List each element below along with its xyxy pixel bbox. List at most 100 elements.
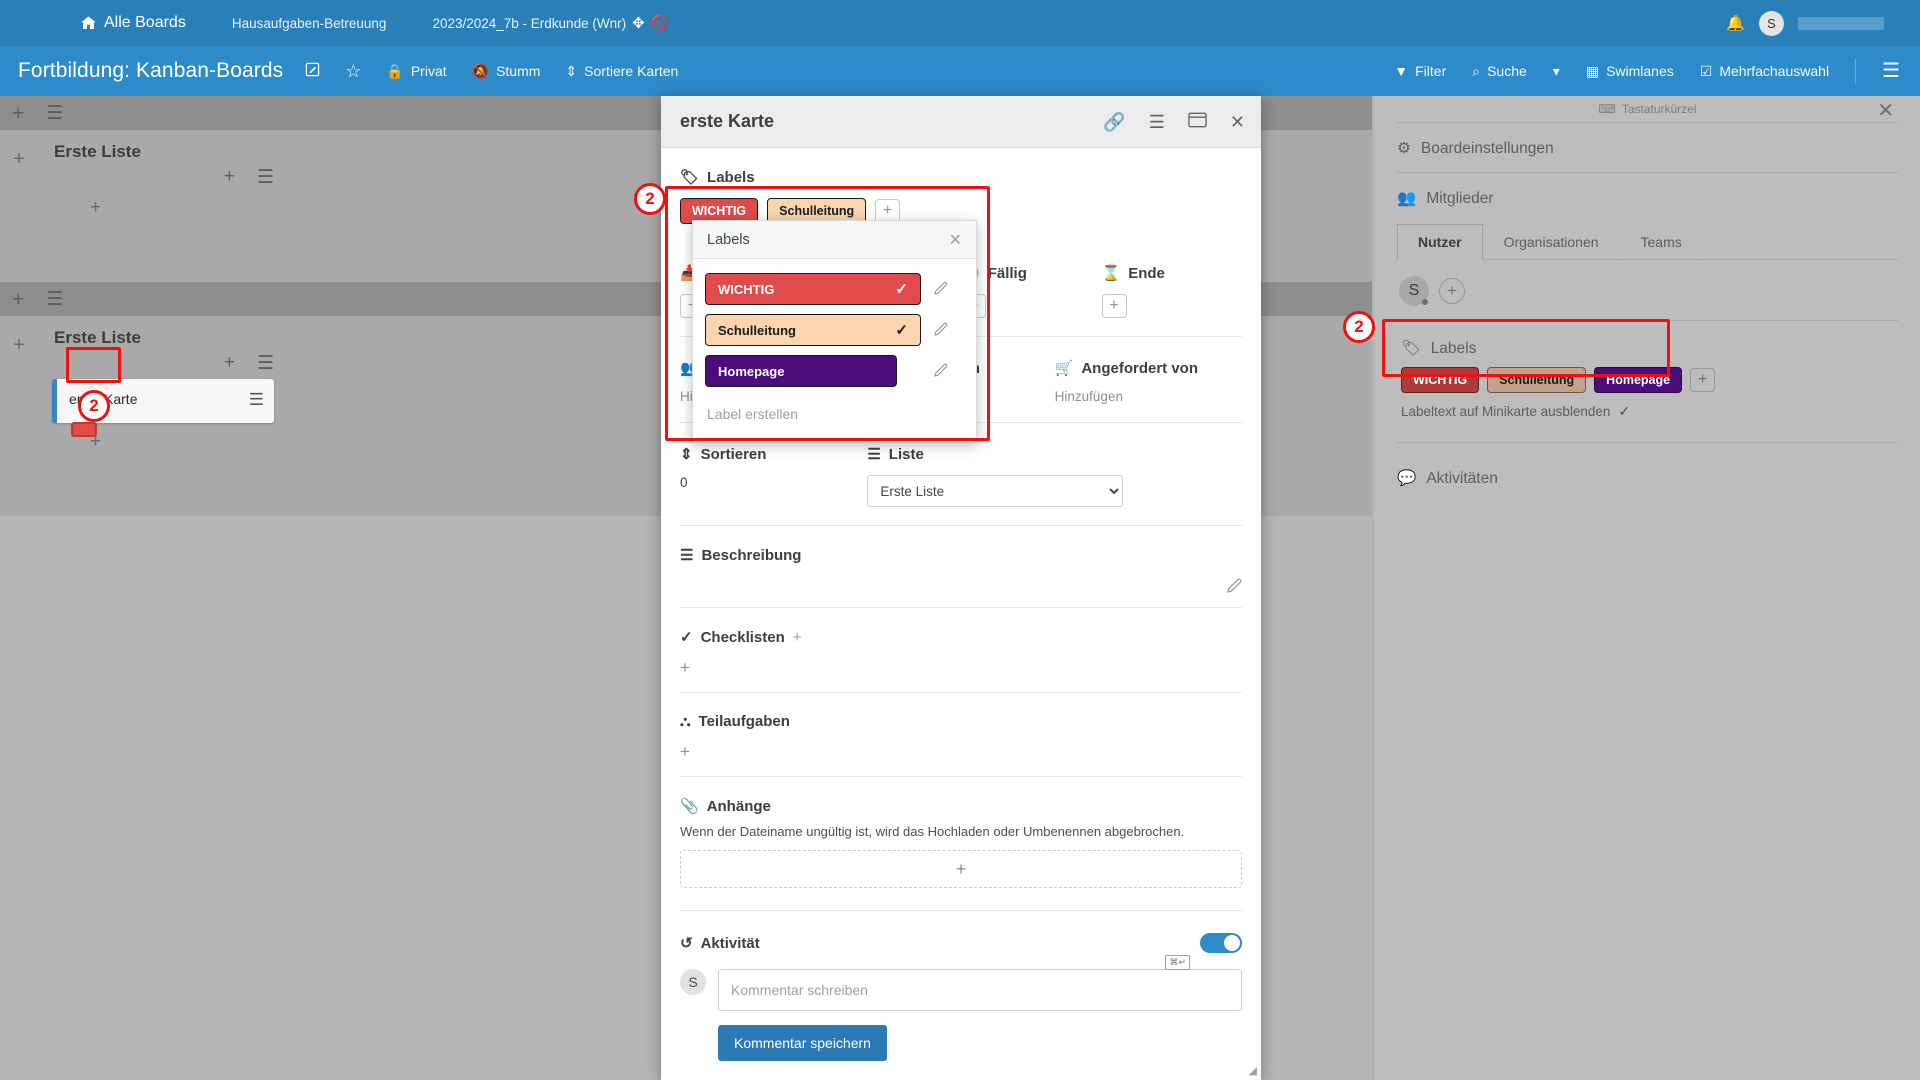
plus-icon[interactable]: +	[12, 103, 24, 124]
plus-icon[interactable]: +	[224, 352, 235, 375]
board-toolbar: Fortbildung: Kanban-Boards ☆ 🔒 Privat 🔕 …	[0, 46, 1920, 96]
bell-icon[interactable]: 🔔	[1726, 14, 1745, 32]
sidebar-member-list: S +	[1397, 260, 1898, 320]
pencil-icon[interactable]	[933, 281, 949, 298]
magnifier-icon: ⌕	[1472, 63, 1480, 80]
card-end-title: Ende	[1128, 265, 1165, 282]
check-icon: ✓	[680, 628, 693, 646]
multiselect-label: Mehrfachauswahl	[1719, 63, 1829, 79]
comment-input[interactable]	[718, 969, 1242, 1011]
mute-button[interactable]: 🔕 Stumm	[472, 63, 541, 80]
pencil-icon[interactable]	[933, 322, 949, 339]
card-requested-add-link[interactable]: Hinzufügen	[1055, 389, 1242, 404]
top-bar-right-group: 🔔 S	[1726, 11, 1884, 36]
sidebar-labels-title: Labels	[1431, 340, 1477, 358]
sidebar-label-chip-homepage[interactable]: Homepage	[1594, 367, 1682, 393]
sidebar-label-chip-wichtig[interactable]: WICHTIG	[1401, 367, 1479, 393]
hamburger-icon[interactable]: ☰	[257, 166, 274, 189]
cart-icon: 🛒	[1055, 359, 1074, 377]
save-comment-button[interactable]: Kommentar speichern	[718, 1025, 887, 1061]
card-modal-header: erste Karte 🔗 ☰ ✕	[661, 96, 1261, 148]
sidebar-shortcut-label[interactable]: Tastaturkürzel	[1622, 102, 1697, 116]
sidebar-hide-labeltext-label: Labeltext auf Minikarte ausblenden	[1401, 404, 1610, 419]
swimlane-add-list[interactable]: +	[0, 316, 38, 516]
no-entry-icon[interactable]: 🚫	[651, 16, 670, 31]
grid-icon: ▦	[1586, 63, 1599, 80]
plus-icon[interactable]: +	[12, 289, 24, 310]
hamburger-icon[interactable]: ☰	[257, 352, 274, 375]
search-label: Suche	[1487, 63, 1527, 79]
link-icon[interactable]: 🔗	[1103, 113, 1125, 131]
add-card-button[interactable]: +	[38, 189, 288, 229]
close-icon[interactable]: ✕	[1230, 113, 1245, 131]
plus-icon[interactable]: +	[224, 166, 235, 189]
check-icon: ✓	[1618, 403, 1630, 420]
card-checklists-add-inline[interactable]: +	[793, 629, 802, 646]
sort-cards-label: Sortiere Karten	[584, 63, 678, 79]
check-icon: ✓	[895, 280, 908, 298]
card-attachments-dropzone[interactable]: +	[680, 850, 1242, 888]
add-member-button[interactable]: +	[1439, 278, 1465, 304]
all-boards-link[interactable]: Alle Boards	[80, 14, 186, 32]
list-column-2: Erste Liste + ☰ erste Karte ☰ +	[38, 316, 288, 463]
avatar[interactable]: S	[1759, 11, 1784, 36]
multiselect-button[interactable]: ☑ Mehrfachauswahl	[1700, 63, 1829, 80]
card-title[interactable]: erste Karte	[680, 111, 774, 132]
close-icon[interactable]: ✕	[1877, 98, 1894, 123]
sidebar-item-members[interactable]: 👥 Mitglieder	[1397, 173, 1898, 222]
hamburger-icon[interactable]: ☰	[1882, 61, 1900, 81]
sort-cards-button[interactable]: ⇕ Sortiere Karten	[565, 63, 678, 80]
list-title[interactable]: Erste Liste	[38, 316, 288, 348]
sitemap-icon: ⛬	[680, 713, 691, 730]
swimlanes-button[interactable]: ▦ Swimlanes	[1586, 63, 1674, 80]
filter-label: Filter	[1415, 63, 1446, 79]
chevron-down-icon[interactable]: ▾	[1553, 63, 1560, 80]
list-actions-2: + ☰	[38, 348, 288, 375]
card-sort-value[interactable]: 0	[680, 475, 867, 490]
label-swatch-schulleitung[interactable]: Schulleitung ✓	[705, 314, 921, 346]
pencil-icon[interactable]	[933, 363, 949, 380]
labels-popup-item-homepage: Homepage	[705, 355, 964, 387]
card-activity-toggle[interactable]	[1200, 933, 1242, 953]
maximize-icon[interactable]	[1188, 112, 1207, 131]
move-icon[interactable]: ✥	[632, 16, 645, 31]
swimlane-add-list[interactable]: +	[0, 130, 38, 282]
hamburger-icon[interactable]: ☰	[46, 104, 63, 123]
resize-grip[interactable]: ◢	[1249, 1064, 1257, 1077]
breadcrumb-board-parent[interactable]: Hausaufgaben-Betreuung	[232, 16, 387, 31]
sidebar-add-label-button[interactable]: +	[1690, 368, 1715, 392]
card-end-add-button[interactable]: +	[1102, 294, 1127, 318]
tab-teams[interactable]: Teams	[1620, 224, 1703, 260]
hamburger-icon[interactable]: ☰	[1149, 113, 1165, 131]
card-due-section: 🕐 Fällig +	[961, 242, 1102, 336]
create-label-button[interactable]: Label erstellen	[705, 396, 964, 438]
star-icon[interactable]: ☆	[345, 62, 361, 80]
tab-nutzer[interactable]: Nutzer	[1397, 224, 1483, 260]
breadcrumb-board-current[interactable]: 2023/2024_7b - Erdkunde (Wnr) ✥ 🚫	[432, 16, 669, 31]
privacy-status[interactable]: 🔒 Privat	[386, 63, 446, 80]
search-button[interactable]: ⌕ Suche	[1472, 63, 1527, 80]
list-column-1: Erste Liste + ☰ +	[38, 130, 288, 229]
card-list-select[interactable]: Erste Liste	[867, 475, 1123, 507]
label-swatch-wichtig[interactable]: WICHTIG ✓	[705, 273, 921, 305]
sidebar-item-board-settings[interactable]: ⚙ Boardeinstellungen	[1397, 123, 1898, 172]
pencil-square-icon[interactable]	[305, 62, 320, 80]
sidebar-item-activities[interactable]: 💬 Aktivitäten	[1397, 443, 1898, 488]
card-subtasks-add-button[interactable]: +	[680, 742, 1242, 762]
member-avatar[interactable]: S	[1399, 276, 1429, 306]
sidebar-label-chip-schulleitung[interactable]: Schulleitung	[1487, 367, 1586, 393]
hamburger-icon[interactable]: ☰	[46, 290, 63, 309]
card-checklists-title: Checklisten	[701, 629, 785, 646]
list-title[interactable]: Erste Liste	[38, 130, 288, 162]
filter-button[interactable]: ▼ Filter	[1394, 63, 1446, 79]
sidebar-hide-labeltext-row[interactable]: Labeltext auf Minikarte ausblenden ✓	[1401, 403, 1898, 420]
label-swatch-homepage[interactable]: Homepage	[705, 355, 897, 387]
card-description-edit-button[interactable]	[680, 578, 1242, 593]
paperclip-icon: 📎	[680, 797, 699, 815]
sort-icon: ⇕	[565, 63, 577, 80]
card-checklists-add-button[interactable]: +	[680, 658, 1242, 678]
close-icon[interactable]: ✕	[949, 230, 962, 250]
tab-organisationen[interactable]: Organisationen	[1483, 224, 1620, 260]
card-checklists-heading: ✓ Checklisten +	[680, 628, 1242, 646]
hamburger-icon[interactable]: ☰	[249, 390, 264, 410]
